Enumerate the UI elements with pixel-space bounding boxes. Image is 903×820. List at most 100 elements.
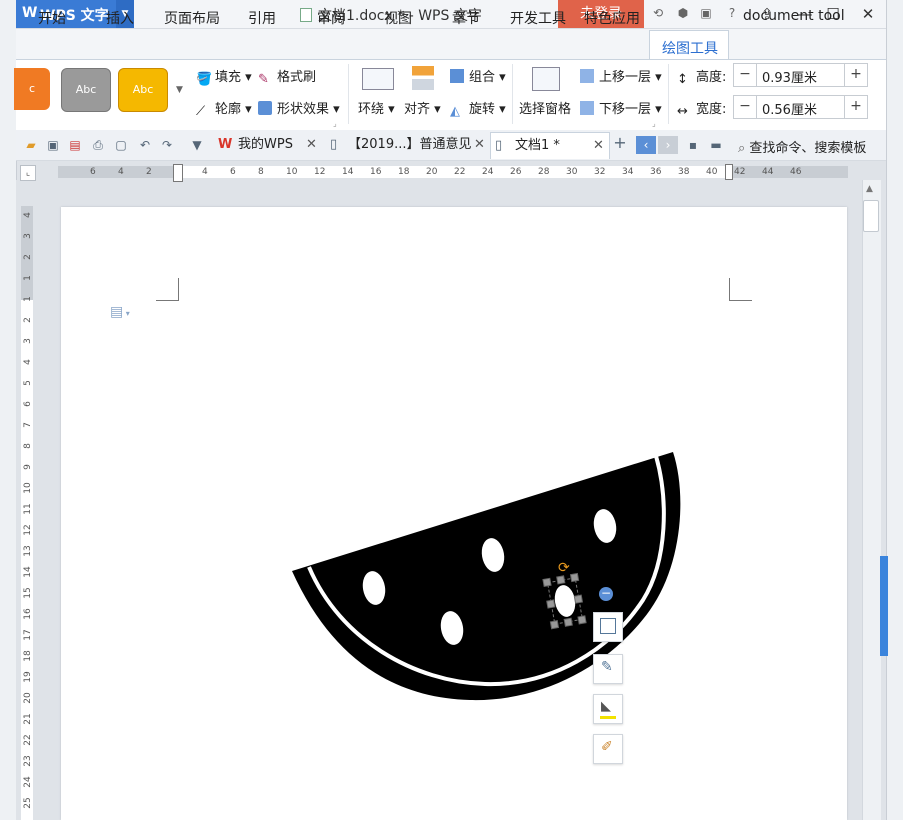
shape-style-gray[interactable]: Abc xyxy=(61,68,111,112)
save-icon[interactable]: ▣ xyxy=(46,138,60,152)
expand-dialog-icon[interactable]: ⌟ xyxy=(652,119,656,128)
close-icon[interactable]: ✕ xyxy=(593,133,604,159)
bring-forward-button[interactable]: 上移一层 ▾ xyxy=(580,66,662,85)
shape-effect-button[interactable]: 形状效果 ▾ xyxy=(258,98,340,117)
export-pdf-icon[interactable]: ▤ xyxy=(68,138,82,152)
tab-nav-right-icon[interactable]: › xyxy=(658,136,678,154)
new-tab-icon[interactable]: + xyxy=(613,135,627,151)
fill-bucket-icon: 🪣 xyxy=(196,72,213,87)
rotate-handle-icon[interactable]: ⟳ xyxy=(558,560,570,576)
skin-icon[interactable]: ⟲ xyxy=(651,6,665,20)
close-button[interactable]: ✕ xyxy=(853,0,883,28)
scroll-up-icon[interactable]: ▲ xyxy=(866,184,873,194)
rotate-label: 旋转 xyxy=(469,102,496,117)
shape-fill-button[interactable]: ◣ xyxy=(593,694,623,724)
wrap-button[interactable]: 环绕 ▾ xyxy=(358,98,395,117)
open-folder-icon[interactable]: ▰ xyxy=(24,138,38,152)
close-icon[interactable]: ✕ xyxy=(306,132,317,158)
tab-insert[interactable]: 插入 xyxy=(106,8,134,28)
paragraph-options-icon[interactable]: ▤ ▾ xyxy=(110,304,130,320)
width-stepper[interactable]: − 0.56厘米 + xyxy=(733,95,868,119)
print-icon[interactable]: ⎙ xyxy=(91,138,105,152)
ruler-tick-label: 20 xyxy=(426,167,438,177)
chevron-down-icon[interactable]: ▼ xyxy=(190,138,204,152)
scroll-thumb[interactable] xyxy=(863,200,879,232)
rotate-icon: ◭ xyxy=(450,104,460,119)
ruler-tick-label: 23 xyxy=(23,755,33,767)
pin-icon[interactable]: ▬ xyxy=(709,138,723,152)
group-button[interactable]: 组合 ▾ xyxy=(450,66,506,85)
doc-tab-opinion[interactable]: ▯ 【2019...】普通意见 ✕ xyxy=(326,132,488,158)
vertical-scrollbar[interactable] xyxy=(862,180,881,820)
shape-effect-icon xyxy=(258,101,272,115)
plus-icon[interactable]: + xyxy=(844,96,867,118)
doc-tab-my-wps[interactable]: W 我的WPS ✕ xyxy=(214,132,322,158)
send-backward-button[interactable]: 下移一层 ▾ xyxy=(580,98,662,117)
selection-pane-button[interactable]: 选择窗格 xyxy=(519,98,571,117)
shape-style-orange[interactable]: c xyxy=(14,68,50,110)
doc-tab-label: 【2019...】普通意见 xyxy=(348,137,472,152)
ruler-tick-label: 32 xyxy=(594,167,606,177)
shape-style-yellow[interactable]: Abc xyxy=(118,68,168,112)
align-icon[interactable] xyxy=(412,66,434,90)
tab-references[interactable]: 引用 xyxy=(248,8,276,28)
tab-developer[interactable]: 开发工具 xyxy=(510,8,566,28)
height-value[interactable]: 0.93厘米 xyxy=(762,67,817,86)
tab-page-layout[interactable]: 页面布局 xyxy=(164,8,220,28)
undo-icon[interactable]: ↶ xyxy=(138,138,152,152)
tab-document-tool[interactable]: document tool xyxy=(743,8,845,24)
ruler-tick-label: 4 xyxy=(118,167,124,177)
collapse-icon[interactable]: − xyxy=(599,587,613,601)
ruler-tick-label: 12 xyxy=(314,167,326,177)
tab-start[interactable]: 开始 xyxy=(38,8,66,28)
tab-stop-selector[interactable]: ⌞ xyxy=(20,165,36,181)
selection-pane-icon[interactable] xyxy=(532,67,560,91)
document-icon xyxy=(300,8,312,22)
height-stepper[interactable]: − 0.93厘米 + xyxy=(733,63,868,87)
tab-chapter[interactable]: 章节 xyxy=(452,8,480,28)
ruler-tick-label: 30 xyxy=(566,167,578,177)
tab-drawing-tools[interactable]: 绘图工具 xyxy=(649,30,729,60)
indent-marker[interactable] xyxy=(173,164,183,182)
group-icon xyxy=(450,69,464,83)
search-icon: ⌕ xyxy=(738,141,746,156)
rotate-button[interactable]: ◭ 旋转 ▾ xyxy=(450,98,506,119)
plus-icon[interactable]: + xyxy=(844,64,867,86)
ruler-tick-label: 21 xyxy=(23,713,33,725)
print-preview-icon[interactable]: ▢ xyxy=(114,138,128,152)
style-more-icon[interactable]: ▼ xyxy=(176,85,183,95)
redo-icon[interactable]: ↷ xyxy=(160,138,174,152)
align-button[interactable]: 对齐 ▾ xyxy=(404,98,441,117)
layout-options-button[interactable] xyxy=(593,612,623,642)
ruler-tick-label: 16 xyxy=(370,167,382,177)
fill-button[interactable]: 🪣 填充 ▾ xyxy=(196,66,252,87)
tab-review[interactable]: 审阅 xyxy=(317,8,345,28)
side-panel-tab[interactable] xyxy=(880,556,888,656)
background-window-left xyxy=(0,0,17,820)
doc-tab-active[interactable]: ▯ 文档1 * ✕ xyxy=(490,132,610,159)
edit-shape-button[interactable]: ✎ xyxy=(593,654,623,684)
format-painter-button[interactable]: ✎ 格式刷 xyxy=(258,66,316,87)
width-value[interactable]: 0.56厘米 xyxy=(762,99,817,118)
expand-dialog-icon[interactable]: ⌟ xyxy=(333,119,337,128)
message-icon[interactable]: ▪ xyxy=(686,138,700,152)
tab-special[interactable]: 特色应用 xyxy=(584,8,640,28)
tab-view[interactable]: 视图 xyxy=(384,8,412,28)
settings-icon[interactable]: ⬢ xyxy=(676,6,690,20)
ruler-tick-label: 25 xyxy=(23,797,33,809)
outline-button[interactable]: ⟋ 轮廓 ▾ xyxy=(196,98,252,119)
watermelon-shape[interactable]: ⟳ xyxy=(280,440,700,720)
close-icon[interactable]: ✕ xyxy=(474,132,485,158)
help-icon[interactable]: ? xyxy=(725,6,739,20)
ruler-tick-label: 11 xyxy=(23,503,33,515)
right-indent-marker[interactable] xyxy=(725,164,733,180)
tab-nav-left-icon[interactable]: ‹ xyxy=(636,136,656,154)
ruler-tick-label: 2 xyxy=(146,167,152,177)
minus-icon[interactable]: − xyxy=(734,96,757,118)
wrap-icon[interactable] xyxy=(362,68,394,90)
minus-icon[interactable]: − xyxy=(734,64,757,86)
shape-outline-button[interactable]: ✐ xyxy=(593,734,623,764)
search-command[interactable]: ⌕ 查找命令、搜索模板 xyxy=(738,137,866,156)
dropdown-menu-icon[interactable]: ▣ xyxy=(699,6,713,20)
ruler-tick-label: 3 xyxy=(23,338,33,344)
